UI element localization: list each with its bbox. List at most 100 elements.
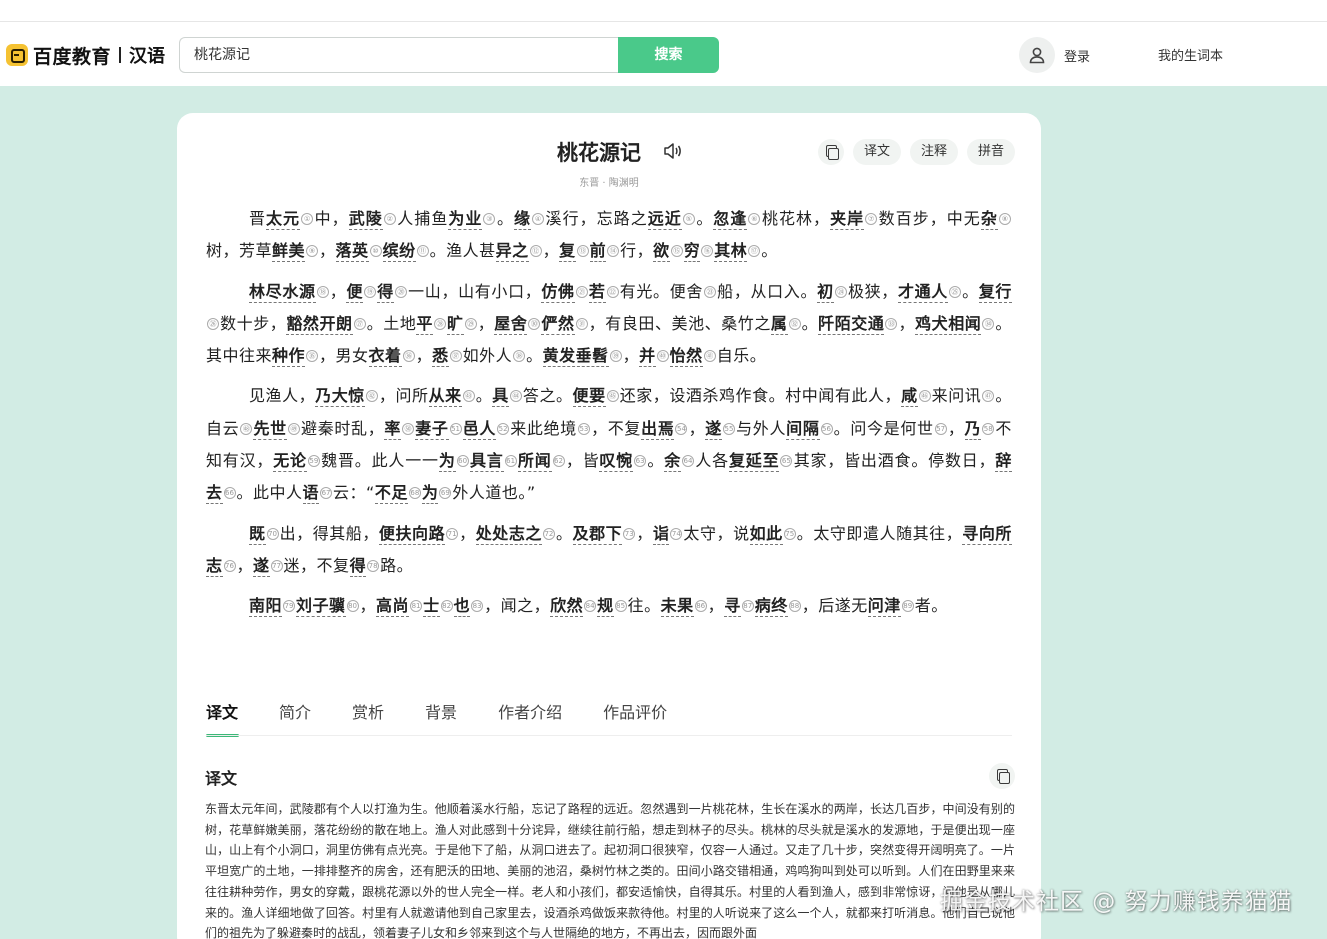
note-marker[interactable]: ㊷ [365,390,378,403]
note-marker[interactable]: 67 [320,487,333,500]
annotated-word[interactable]: 妻子 [415,418,449,440]
note-marker[interactable]: ⑮ [670,245,683,258]
annotated-word[interactable]: 前 [589,241,607,263]
note-marker[interactable]: ㊵ [656,350,669,363]
note-marker[interactable]: ⑩ [369,245,382,258]
note-marker[interactable]: ㊾ [287,422,300,435]
note-marker[interactable]: 65 [780,455,793,468]
note-marker[interactable]: ① [301,213,314,225]
note-marker[interactable]: 58 [982,422,995,435]
annotated-word[interactable]: 初 [817,281,834,303]
note-marker[interactable]: ㉓ [704,285,717,298]
annotated-word[interactable]: 得 [349,555,367,577]
annotated-word[interactable]: 旷 [446,313,464,335]
note-marker[interactable]: 73 [623,527,636,540]
annotated-word[interactable]: 种作 [272,346,306,368]
note-marker[interactable]: ⑪ [416,245,429,258]
annotated-word[interactable]: 乃大惊 [315,386,365,408]
note-marker[interactable]: ㊼ [982,390,995,403]
note-marker[interactable]: ⑫ [529,245,542,258]
annotated-word[interactable]: 未果 [660,596,694,618]
annotated-word[interactable]: 怡然 [669,346,703,368]
annotated-word[interactable]: 并 [639,346,656,368]
annotated-word[interactable]: 为业 [448,209,483,230]
note-marker[interactable]: 63 [634,455,647,468]
annotated-word[interactable]: 缘 [514,209,532,230]
annotated-word[interactable]: 得 [377,281,394,303]
annotated-word[interactable]: 衣着 [368,346,402,368]
annotated-word[interactable]: 乃 [964,418,982,440]
annotated-word[interactable]: 太元 [266,209,301,230]
note-marker[interactable]: 74 [670,527,683,540]
annotated-word[interactable]: 鸡犬相闻 [915,313,982,335]
user-avatar[interactable] [1019,37,1055,73]
note-marker[interactable]: 88 [788,600,801,613]
note-marker[interactable]: ㊳ [513,350,526,363]
annotated-word[interactable]: 及郡下 [572,523,623,545]
annotated-word[interactable]: 遂 [705,418,722,440]
note-marker[interactable]: 70 [266,527,279,540]
annotated-word[interactable]: 南阳 [249,596,283,618]
annotated-word[interactable]: 间隔 [786,418,820,440]
note-marker[interactable]: 68 [408,487,421,500]
annotated-word[interactable]: 病终 [754,596,788,618]
annotated-word[interactable]: 杂 [980,209,998,230]
note-marker[interactable]: ㉕ [948,285,961,298]
note-marker[interactable]: 61 [504,455,517,468]
tab-translation[interactable]: 译文 [206,699,240,737]
annotated-word[interactable]: 为 [438,451,456,473]
annotated-word[interactable]: 复 [559,241,576,263]
note-marker[interactable]: 69 [439,487,452,500]
vocabulary-book-link[interactable]: 我的生词本 [1158,45,1223,64]
note-marker[interactable]: ⑳ [394,285,407,298]
note-marker[interactable]: 75 [783,527,796,540]
annotated-word[interactable]: 穷 [683,241,701,263]
annotated-word[interactable]: 不足 [374,483,408,505]
note-marker[interactable]: ㉟ [306,350,319,363]
annotated-word[interactable]: 无论 [273,451,307,473]
note-marker[interactable]: ⑲ [364,285,377,298]
annotated-word[interactable]: 林尽水源 [249,281,316,303]
note-marker[interactable]: 84 [584,600,597,613]
note-marker[interactable]: ⑤ [682,213,695,225]
note-marker[interactable]: ㊶ [703,350,716,363]
note-marker[interactable]: 57 [934,422,947,435]
copy-icon[interactable] [818,139,844,165]
note-marker[interactable]: 52 [497,422,510,435]
note-marker[interactable]: 71 [446,527,459,540]
note-marker[interactable]: ㊹ [509,390,522,403]
note-marker[interactable]: ㉘ [433,317,446,330]
tab-author-intro[interactable]: 作者介绍 [498,699,562,735]
note-marker[interactable]: 56 [820,422,833,435]
note-marker[interactable]: ③ [483,213,496,225]
annotated-word[interactable]: 鲜美 [272,241,306,263]
annotated-word[interactable]: 便扶向路 [378,523,446,545]
note-marker[interactable]: ⑭ [607,245,620,258]
annotated-word[interactable]: 余 [664,451,682,473]
annotated-word[interactable]: 先世 [253,418,287,440]
login-link[interactable]: 登录 [1064,46,1090,65]
toggle-pinyin-button[interactable]: 拼音 [967,139,1016,165]
baidu-education-logo[interactable]: 百度教育 汉语 [6,43,165,68]
note-marker[interactable]: ⑱ [316,285,329,298]
annotated-word[interactable]: 欲 [653,241,670,263]
note-marker[interactable]: 76 [223,559,236,572]
note-marker[interactable]: ② [383,213,396,225]
note-marker[interactable]: ㉚ [528,317,541,330]
annotated-word[interactable]: 仿佛 [541,281,575,303]
annotated-word[interactable]: 俨然 [541,313,575,335]
note-marker[interactable]: 87 [741,600,754,613]
note-marker[interactable]: ㊿ [402,422,415,435]
note-marker[interactable]: ㉖ [207,317,219,330]
annotated-word[interactable]: 便 [346,281,364,303]
note-marker[interactable]: 55 [722,422,735,435]
note-marker[interactable]: 83 [471,600,484,613]
note-marker[interactable]: 66 [223,487,236,500]
note-marker[interactable]: 51 [449,422,462,435]
annotated-word[interactable]: 便要 [572,386,606,408]
note-marker[interactable]: 60 [456,455,469,468]
annotated-word[interactable]: 邑人 [462,418,497,440]
note-marker[interactable]: 85 [614,600,627,613]
annotated-word[interactable]: 异之 [495,241,529,263]
note-marker[interactable]: 54 [675,422,688,435]
